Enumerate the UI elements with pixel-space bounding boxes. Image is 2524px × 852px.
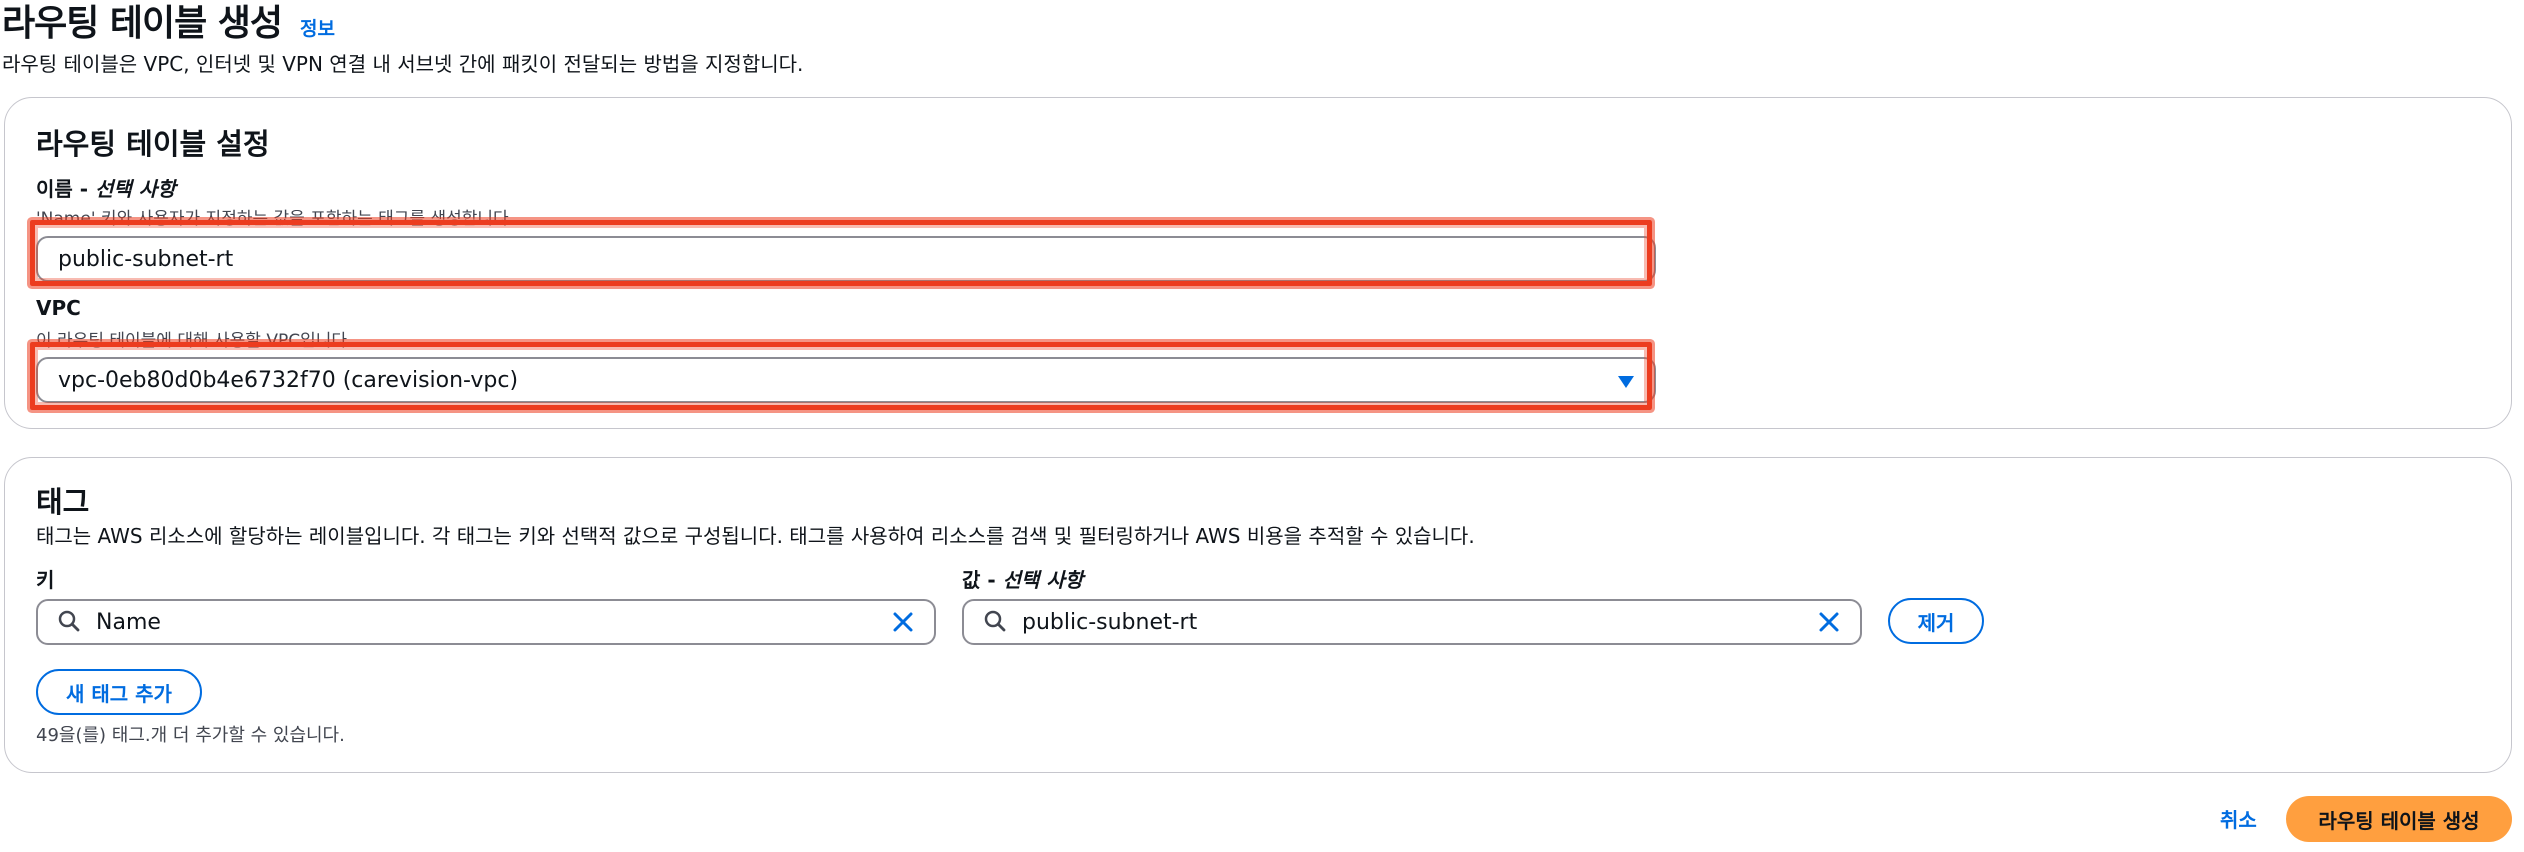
name-label-optional: 선택 사항 bbox=[95, 177, 176, 201]
name-label-text: 이름 - bbox=[36, 177, 96, 201]
search-icon bbox=[984, 610, 1006, 638]
settings-section-title: 라우팅 테이블 설정 bbox=[36, 127, 270, 161]
name-highlight-annotation bbox=[30, 220, 1652, 286]
tag-value-label-text: 값 - bbox=[962, 568, 1003, 592]
add-tag-button[interactable]: 새 태그 추가 bbox=[36, 669, 202, 715]
tag-key-value: Name bbox=[96, 609, 161, 635]
vpc-highlight-annotation bbox=[30, 342, 1652, 410]
clear-icon[interactable] bbox=[892, 611, 914, 639]
search-icon bbox=[58, 610, 80, 638]
remove-tag-button[interactable]: 제거 bbox=[1888, 598, 1984, 644]
tags-description: 태그는 AWS 리소스에 할당하는 레이블입니다. 각 태그는 키와 선택적 값… bbox=[36, 524, 1475, 548]
info-link[interactable]: 정보 bbox=[300, 14, 335, 41]
tag-key-input[interactable]: Name bbox=[36, 599, 936, 645]
cancel-button[interactable]: 취소 bbox=[2220, 804, 2257, 833]
page-title: 라우팅 테이블 생성 bbox=[2, 3, 283, 44]
remaining-tags-text: 49을(를) 태그.개 더 추가할 수 있습니다. bbox=[36, 725, 345, 746]
name-label: 이름 - 선택 사항 bbox=[36, 173, 176, 202]
tag-value-input[interactable]: public-subnet-rt bbox=[962, 599, 1862, 645]
vpc-label: VPC bbox=[36, 296, 81, 320]
tag-value-label-optional: 선택 사항 bbox=[1002, 568, 1084, 592]
create-route-table-button[interactable]: 라우팅 테이블 생성 bbox=[2286, 796, 2512, 842]
tag-value-label: 값 - 선택 사항 bbox=[962, 564, 1083, 593]
page-description: 라우팅 테이블은 VPC, 인터넷 및 VPN 연결 내 서브넷 간에 패킷이 … bbox=[2, 52, 804, 76]
tag-key-label: 키 bbox=[36, 568, 55, 592]
tags-section-title: 태그 bbox=[36, 485, 90, 519]
clear-icon[interactable] bbox=[1818, 611, 1840, 639]
tag-value-value: public-subnet-rt bbox=[1022, 609, 1198, 635]
